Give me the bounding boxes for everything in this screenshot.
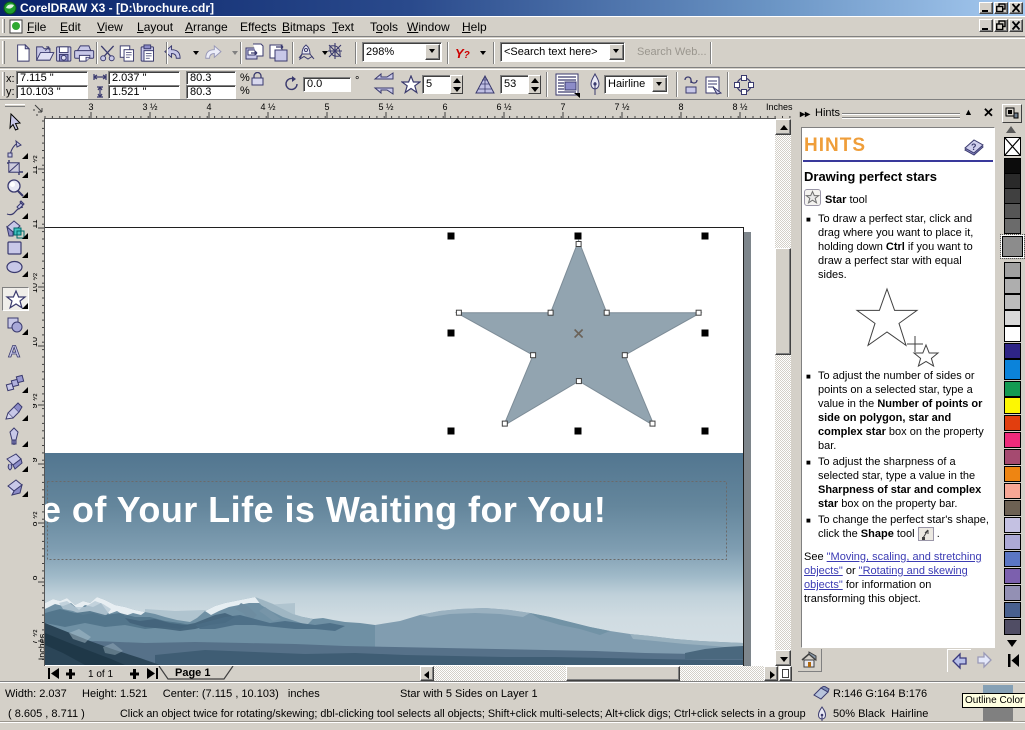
svg-text:8 ½: 8 ½ [732,102,748,112]
svg-text:10: 10 [33,337,39,347]
svg-text:A: A [8,342,20,361]
svg-text:8: 8 [678,102,683,112]
svg-text:1 of 1: 1 of 1 [88,669,113,679]
svg-text:3 ½: 3 ½ [142,102,158,112]
svg-text:10 ½: 10 ½ [33,273,39,294]
svg-text:5: 5 [324,102,329,112]
svg-text:?: ? [971,142,977,152]
svg-text:4 ½: 4 ½ [260,102,276,112]
svg-text:9 ½: 9 ½ [33,393,39,409]
svg-text:7 ½: 7 ½ [614,102,630,112]
svg-text:5 ½: 5 ½ [378,102,394,112]
svg-text:11 ½: 11 ½ [33,155,39,175]
svg-text:9: 9 [33,457,39,462]
svg-text:8 ½: 8 ½ [33,511,39,527]
svg-text:11: 11 [33,219,39,228]
svg-text:7: 7 [560,102,565,112]
svg-text:4: 4 [206,102,211,112]
svg-text:3: 3 [88,102,93,112]
svg-text:6: 6 [442,102,447,112]
svg-text:6 ½: 6 ½ [496,102,512,112]
svg-text:8: 8 [33,575,39,580]
